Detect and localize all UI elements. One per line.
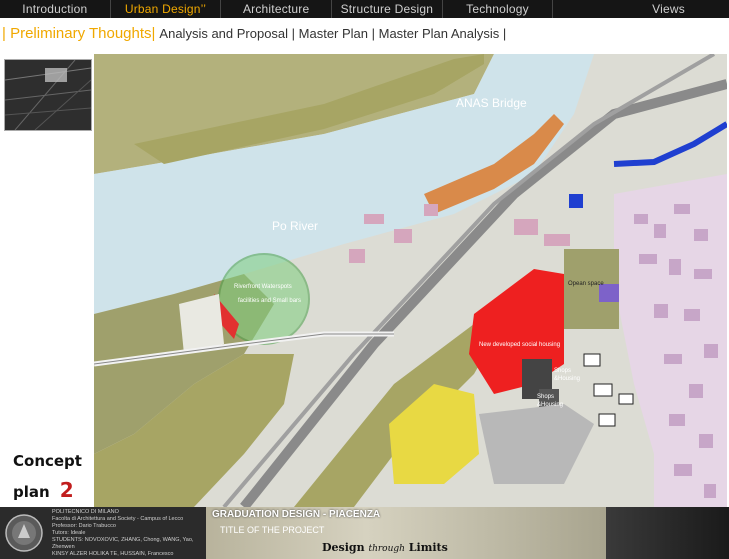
thumbnail-map-graphic — [5, 60, 91, 130]
waterspots-label: Riverfront Waterspots — [234, 284, 292, 290]
tab-structure-design[interactable]: Structure Design — [332, 0, 443, 18]
plan-word-row: plan 2 — [13, 478, 82, 502]
plan-number: 2 — [59, 478, 74, 502]
footer-right-panel — [606, 507, 729, 559]
school-line: Facolta di Architettura and Society - Ca… — [52, 516, 184, 522]
school-line: Tutors: Ideale — [52, 530, 86, 536]
breadcrumb-section[interactable]: | Preliminary Thoughts| — [2, 25, 155, 42]
school-line: STUDENTS: NOVOXOVIC, ZHANG, Chong, WANG,… — [52, 537, 194, 550]
housing-label-1: &Housing — [554, 376, 581, 382]
tab-views[interactable]: Views — [553, 0, 729, 18]
tab-architecture[interactable]: Architecture — [221, 0, 333, 18]
school-line: Professor: Dario Trabucco — [52, 523, 116, 529]
overview-thumbnail[interactable] — [4, 59, 92, 131]
slogan-word-2: through — [368, 544, 405, 554]
graduation-title: GRADUATION DESIGN - PIACENZA — [212, 509, 381, 520]
breadcrumb-path[interactable]: Analysis and Proposal | Master Plan | Ma… — [159, 26, 506, 41]
concept-word: Concept — [13, 452, 82, 470]
school-info: POLITECNICO DI MILANO Facolta di Archite… — [52, 509, 202, 557]
school-line: POLITECNICO DI MILANO — [52, 509, 119, 515]
slogan-word-3: Limits — [408, 541, 448, 554]
top-nav: Introduction Urban Design’’ Architecture… — [0, 0, 729, 18]
tab-technology[interactable]: Technology — [443, 0, 554, 18]
breadcrumb: | Preliminary Thoughts| Analysis and Pro… — [2, 22, 506, 44]
shops-label-1: Shops — [554, 368, 572, 374]
housing-label-2: &Housing — [537, 402, 564, 408]
shops-label-2: Shops — [537, 394, 555, 400]
river-label: Po River — [272, 219, 319, 233]
map-graphic — [94, 54, 727, 507]
concept-plan-label: Concept plan 2 — [13, 452, 82, 502]
tab-urban-design[interactable]: Urban Design’’ — [111, 0, 222, 18]
master-plan-map[interactable]: ANAS Bridge Po River Riverfront Waterspo… — [94, 54, 727, 507]
footer-banner: POLITECNICO DI MILANO Facolta di Archite… — [0, 507, 729, 559]
plan-word: plan — [13, 483, 50, 501]
school-line: KINSY ALZER HOLIKA TE, HUSSAIN, Francesc… — [52, 551, 174, 557]
university-seal-icon — [5, 514, 43, 552]
social-housing-label: New developed social housing — [479, 342, 561, 348]
tab-introduction[interactable]: Introduction — [0, 0, 111, 18]
slogan: Design through Limits — [322, 541, 448, 554]
slogan-word-1: Design — [322, 541, 365, 554]
project-title: TITLE OF THE PROJECT — [220, 525, 325, 535]
open-space-label: Opean space — [568, 281, 604, 287]
bridge-label: ANAS Bridge — [456, 96, 527, 110]
facilities-label: facilities and Small bars — [238, 298, 302, 304]
